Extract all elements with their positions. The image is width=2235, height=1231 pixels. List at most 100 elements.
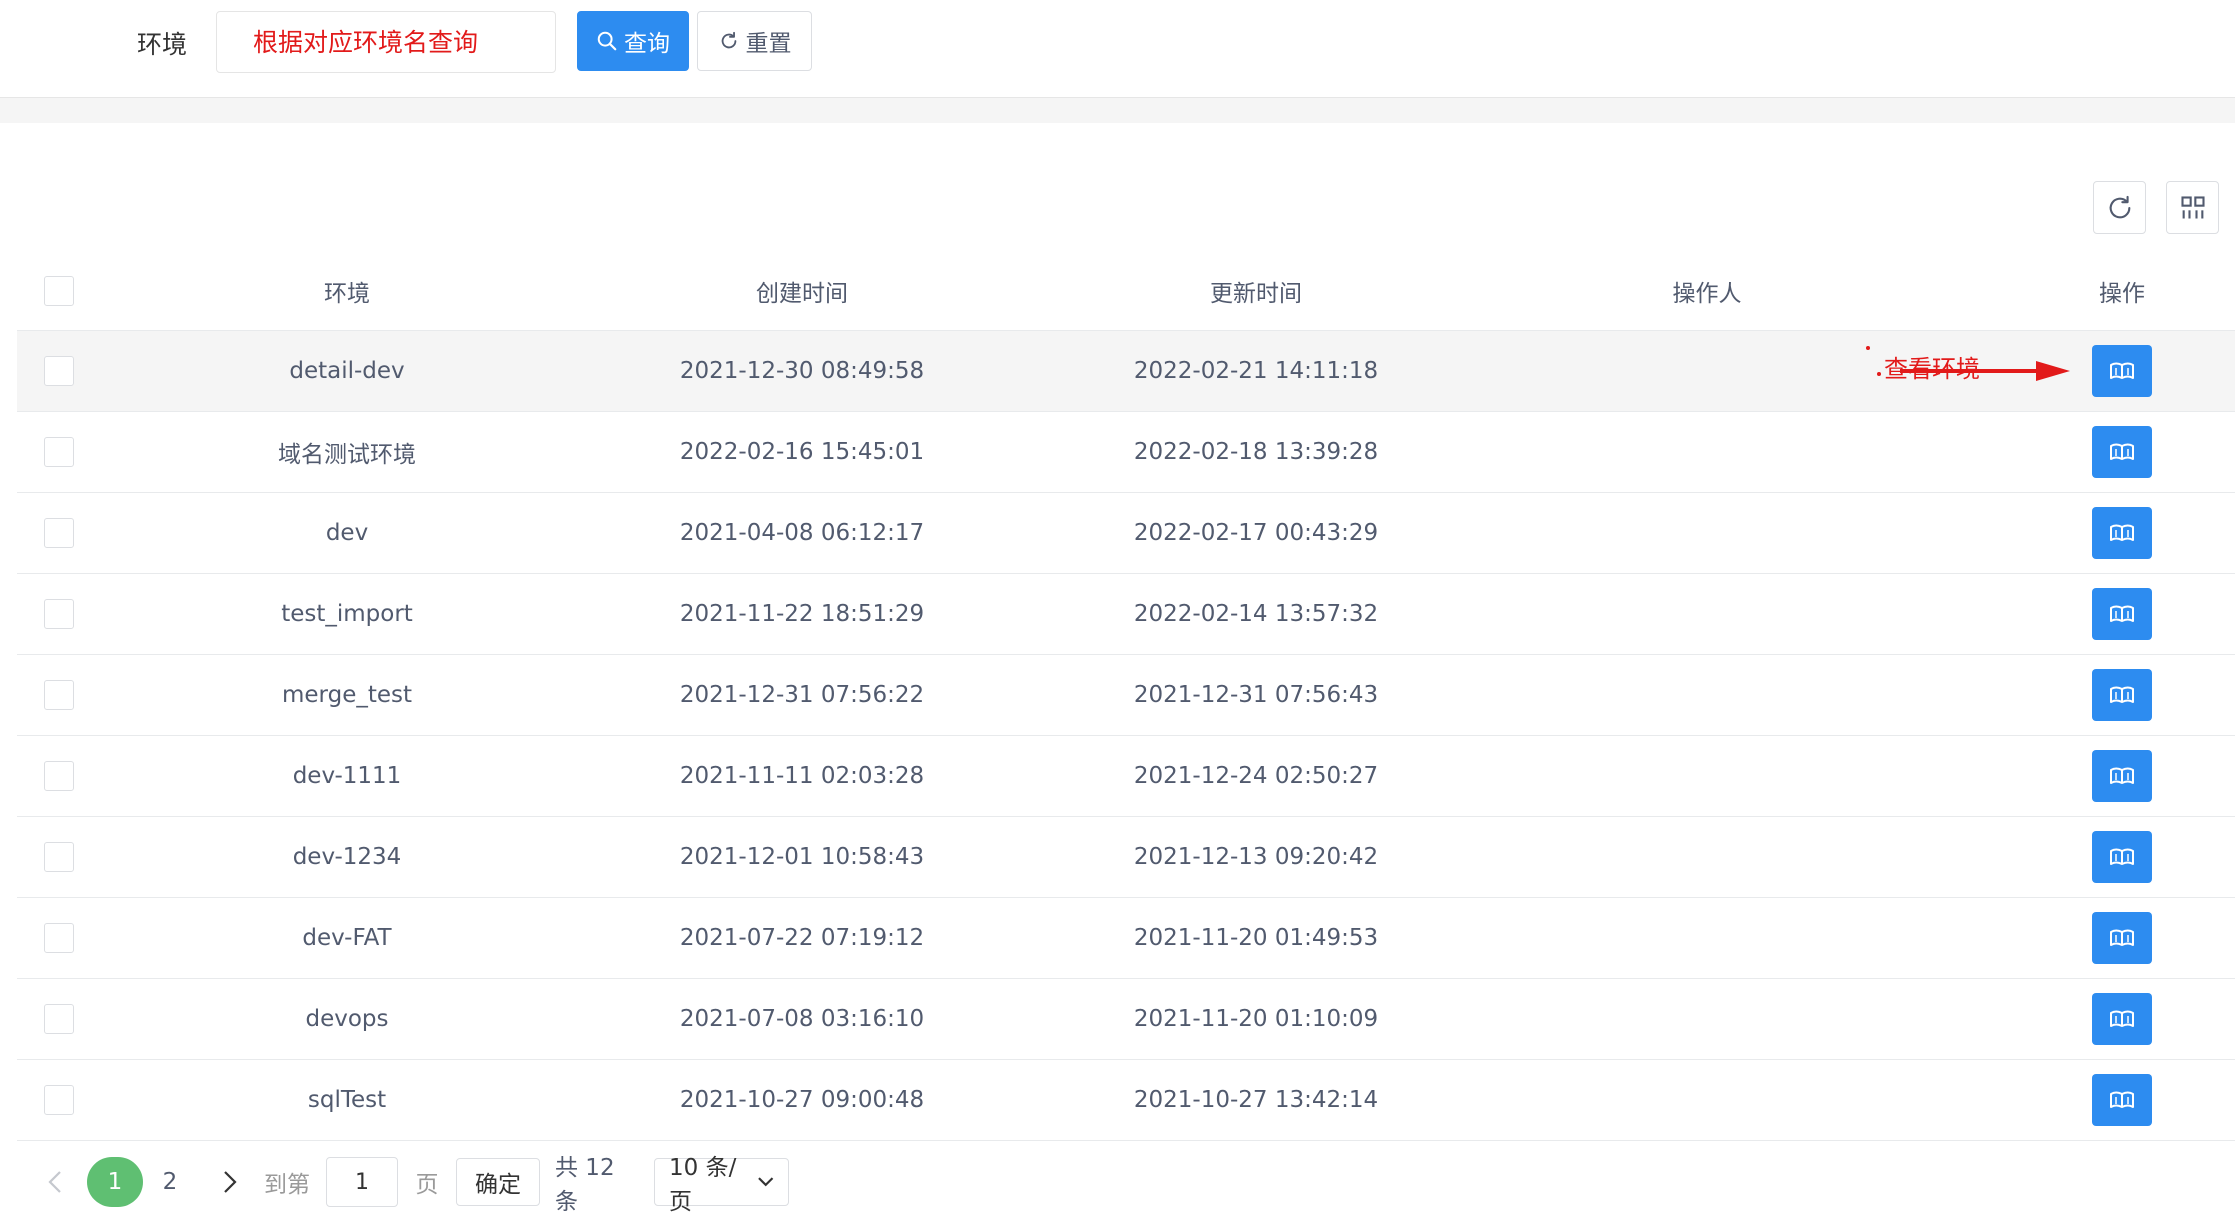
row-checkbox[interactable] [44, 761, 74, 791]
select-all-checkbox[interactable] [44, 275, 74, 306]
table-row: sqlTest 2021-10-27 09:00:48 2021-10-27 13:… [17, 1060, 2235, 1141]
row-checkbox[interactable] [44, 1004, 74, 1034]
created-time-cell: 2021-04-08 06:12:17 [679, 520, 925, 546]
page-2-button[interactable]: 2 [155, 1155, 185, 1209]
row-checkbox-cell [43, 412, 75, 492]
query-button-label: 查询 [624, 31, 670, 57]
reset-button[interactable]: 重置 [697, 11, 812, 71]
table-body: detail-dev 2021-12-30 08:49:58 2022-02-21 … [17, 331, 2235, 1141]
view-environment-button[interactable] [2092, 507, 2152, 559]
reset-button-label: 重置 [745, 31, 792, 57]
updated-time-cell: 2022-02-14 13:57:32 [1133, 601, 1379, 627]
view-environment-button[interactable] [2092, 912, 2152, 964]
row-checkbox-cell [43, 736, 75, 816]
table-header: 环境 创建时间 更新时间 操作人 操作 [17, 251, 2235, 331]
created-time-cell: 2021-11-11 02:03:28 [679, 763, 925, 789]
row-checkbox[interactable] [44, 356, 74, 386]
view-environment-button[interactable] [2092, 345, 2152, 397]
header-updated: 更新时间 [1210, 280, 1302, 307]
env-name-cell: dev-1234 [292, 844, 402, 870]
action-cell [2082, 574, 2162, 654]
operator-cell [1507, 655, 1907, 735]
operator-cell [1507, 331, 1907, 411]
action-cell [2082, 898, 2162, 978]
annotation-dot [1877, 372, 1881, 376]
view-environment-button[interactable] [2092, 1074, 2152, 1126]
env-name-cell: dev [325, 520, 369, 546]
view-environment-button[interactable] [2092, 669, 2152, 721]
page-1-button[interactable]: 1 [87, 1157, 143, 1207]
view-environment-button[interactable] [2092, 993, 2152, 1045]
row-checkbox[interactable] [44, 842, 74, 872]
view-environment-button[interactable] [2092, 426, 2152, 478]
book-icon [2110, 767, 2134, 784]
row-checkbox[interactable] [44, 437, 74, 467]
created-time-cell: 2021-12-01 10:58:43 [679, 844, 925, 870]
view-environment-button[interactable] [2092, 831, 2152, 883]
refresh-button[interactable] [2093, 181, 2146, 234]
updated-time-cell: 2022-02-18 13:39:28 [1133, 439, 1379, 465]
annotation-dot [1866, 346, 1870, 350]
action-cell [2082, 493, 2162, 573]
env-name-cell: devops [305, 1006, 389, 1032]
page-jump-input[interactable] [326, 1157, 398, 1207]
created-time-cell: 2021-10-27 09:00:48 [679, 1087, 925, 1113]
env-name-cell: 域名测试环境 [278, 442, 416, 468]
created-time-cell: 2021-07-22 07:19:12 [679, 925, 925, 951]
pagination: 1 2 到第 页 确定 共 12 条 10 条/页 [0, 1155, 2235, 1215]
goto-label: 到第 [264, 1172, 310, 1198]
table-row: dev-1234 2021-12-01 10:58:43 2021-12-13 09… [17, 817, 2235, 898]
action-cell [2082, 736, 2162, 816]
search-input[interactable] [217, 12, 555, 72]
book-icon [2110, 1010, 2134, 1027]
row-checkbox-cell [43, 979, 75, 1059]
table-row: devops 2021-07-08 03:16:10 2021-11-20 01:1… [17, 979, 2235, 1060]
created-time-cell: 2021-12-31 07:56:22 [679, 682, 925, 708]
row-checkbox[interactable] [44, 680, 74, 710]
created-time-cell: 2021-07-08 03:16:10 [679, 1006, 925, 1032]
page-size-select[interactable]: 10 条/页 [654, 1155, 789, 1215]
updated-time-cell: 2021-12-13 09:20:42 [1133, 844, 1379, 870]
env-name-cell: test_import [281, 601, 413, 627]
view-environment-button[interactable] [2092, 750, 2152, 802]
table-row: dev 2021-04-08 06:12:17 2022-02-17 00:43:2… [17, 493, 2235, 574]
operator-cell [1507, 736, 1907, 816]
column-settings-button[interactable] [2166, 181, 2219, 234]
book-icon [2110, 524, 2134, 541]
operator-cell [1507, 898, 1907, 978]
updated-time-cell: 2021-10-27 13:42:14 [1133, 1087, 1379, 1113]
created-time-cell: 2022-02-16 15:45:01 [679, 439, 925, 465]
table-row: 域名测试环境 2022-02-16 15:45:01 2022-02-18 13:3… [17, 412, 2235, 493]
next-page-button[interactable] [215, 1155, 245, 1209]
query-button[interactable]: 查询 [577, 11, 689, 71]
updated-time-cell: 2021-11-20 01:49:53 [1133, 925, 1379, 951]
operator-cell [1507, 979, 1907, 1059]
env-name-cell: sqlTest [307, 1087, 387, 1113]
operator-cell [1507, 493, 1907, 573]
book-icon [2110, 1091, 2134, 1108]
row-checkbox[interactable] [44, 518, 74, 548]
confirm-jump-button[interactable]: 确定 [456, 1158, 540, 1206]
row-checkbox-cell [43, 898, 75, 978]
row-checkbox[interactable] [44, 1085, 74, 1115]
chevron-left-icon [48, 1171, 61, 1193]
row-checkbox-cell [43, 655, 75, 735]
view-environment-button[interactable] [2092, 588, 2152, 640]
search-icon [597, 31, 617, 51]
row-checkbox[interactable] [44, 599, 74, 629]
created-time-cell: 2021-11-22 18:51:29 [679, 601, 925, 627]
action-cell [2082, 817, 2162, 897]
header-checkbox-cell [43, 251, 75, 330]
prev-page-button[interactable] [40, 1155, 70, 1209]
book-icon [2110, 848, 2134, 865]
updated-time-cell: 2021-12-31 07:56:43 [1133, 682, 1379, 708]
header-created: 创建时间 [756, 280, 848, 307]
action-cell [2082, 655, 2162, 735]
operator-cell [1507, 817, 1907, 897]
header-env: 环境 [324, 280, 370, 307]
book-icon [2110, 686, 2134, 703]
page-size-label: 10 条/页 [669, 1155, 737, 1215]
operator-cell [1507, 1060, 1907, 1140]
chevron-right-icon [224, 1171, 237, 1193]
row-checkbox[interactable] [44, 923, 74, 953]
